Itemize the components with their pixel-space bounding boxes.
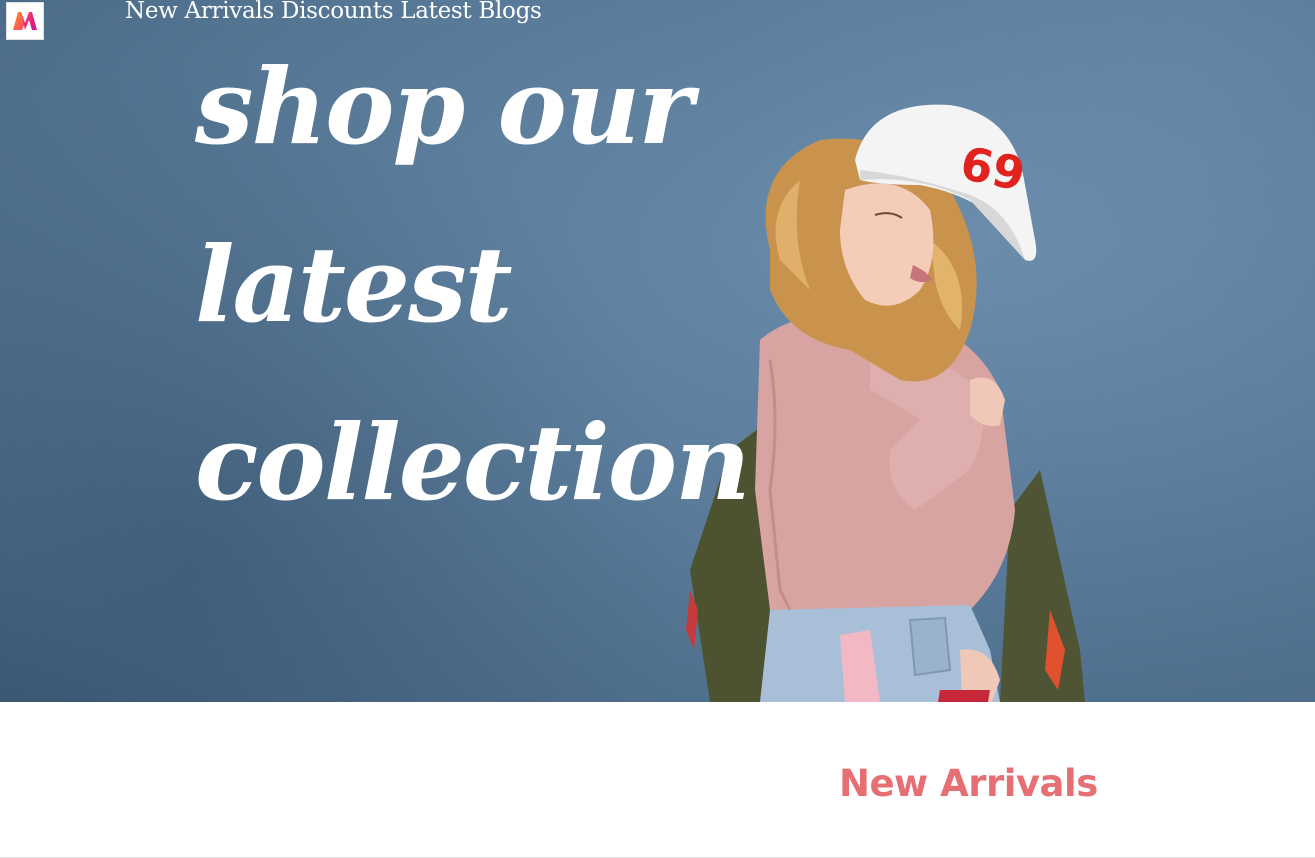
hero-banner: 69 shop our latest collection New Arriva… xyxy=(0,0,1315,702)
headline-line-3: collection xyxy=(195,401,751,524)
headline-line-1: shop our xyxy=(195,45,693,168)
nav-item-latest-blogs[interactable]: Latest Blogs xyxy=(400,0,542,24)
headline-line-2: latest xyxy=(195,223,513,346)
nav-item-new-arrivals[interactable]: New Arrivals xyxy=(125,0,274,24)
nav-item-discounts[interactable]: Discounts xyxy=(281,0,394,24)
top-nav: New Arrivals Discounts Latest Blogs xyxy=(125,0,542,24)
new-arrivals-section: New Arrivals xyxy=(0,702,1315,858)
hero-headline: shop our latest collection xyxy=(195,18,751,552)
myntra-m-logo-icon xyxy=(13,12,37,30)
fashion-model-photo-icon: 69 xyxy=(686,104,1085,702)
section-title: New Arrivals xyxy=(839,762,1098,805)
brand-logo[interactable] xyxy=(6,2,44,40)
